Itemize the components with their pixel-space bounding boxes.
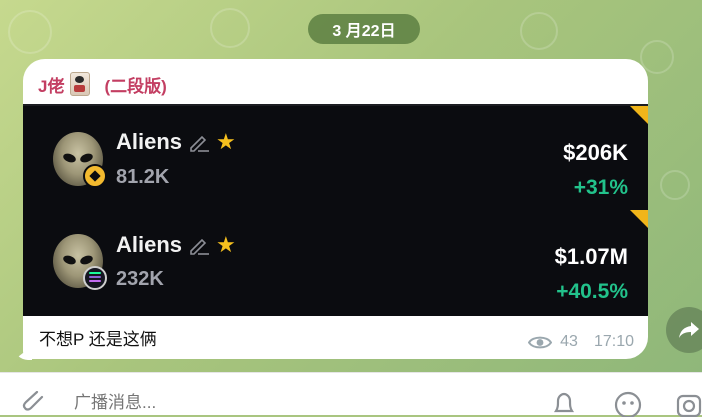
notification-bell-icon[interactable]	[551, 391, 577, 417]
bnb-chain-icon	[83, 164, 107, 188]
star-icon: ★	[216, 129, 236, 154]
sender-suffix: (二段版)	[104, 76, 167, 96]
star-icon: ★	[216, 232, 236, 257]
camera-icon[interactable]	[676, 391, 702, 417]
token-name-text: Aliens	[116, 232, 183, 257]
sender-name[interactable]: J佬 (二段版)	[38, 72, 167, 96]
message-meta: 43 17:10	[528, 333, 634, 351]
token-row: Aliens ★ 232K $1.07M +40.5%	[23, 210, 648, 310]
edit-icon	[190, 238, 210, 255]
edit-icon	[190, 135, 210, 152]
token-change: +31%	[573, 176, 628, 199]
market-cap: 81.2K	[116, 166, 170, 188]
token-row: Aliens ★ 81.2K $206K +31%	[23, 106, 648, 206]
solana-chain-icon	[83, 266, 107, 290]
token-price: $1.07M	[554, 244, 628, 269]
token-price: $206K	[563, 140, 628, 165]
attach-paperclip-icon[interactable]	[22, 391, 50, 417]
message-bubble[interactable]: J佬 (二段版) Aliens ★ 81.2K $206K +31% Alien…	[23, 59, 648, 359]
share-arrow-icon	[679, 322, 699, 338]
message-time: 17:10	[593, 333, 634, 350]
token-name-text: Aliens	[116, 129, 183, 154]
message-caption: 不想P 还是这俩	[39, 330, 157, 349]
sender-name-text: J佬	[38, 76, 65, 96]
token-card-image[interactable]: Aliens ★ 81.2K $206K +31% Aliens ★ 232K …	[23, 104, 648, 316]
date-separator: 3 月22日	[308, 14, 420, 44]
token-name: Aliens ★	[116, 129, 236, 155]
market-cap: 232K	[116, 268, 164, 290]
message-input-bar	[0, 372, 702, 417]
broadcast-message-input[interactable]	[72, 389, 496, 417]
view-count: 43	[560, 333, 578, 350]
token-change: +40.5%	[556, 280, 628, 303]
token-name: Aliens ★	[116, 232, 236, 258]
sender-emoji-icon	[70, 72, 91, 96]
emoji-smile-icon[interactable]	[614, 391, 642, 417]
views-eye-icon	[528, 336, 553, 348]
